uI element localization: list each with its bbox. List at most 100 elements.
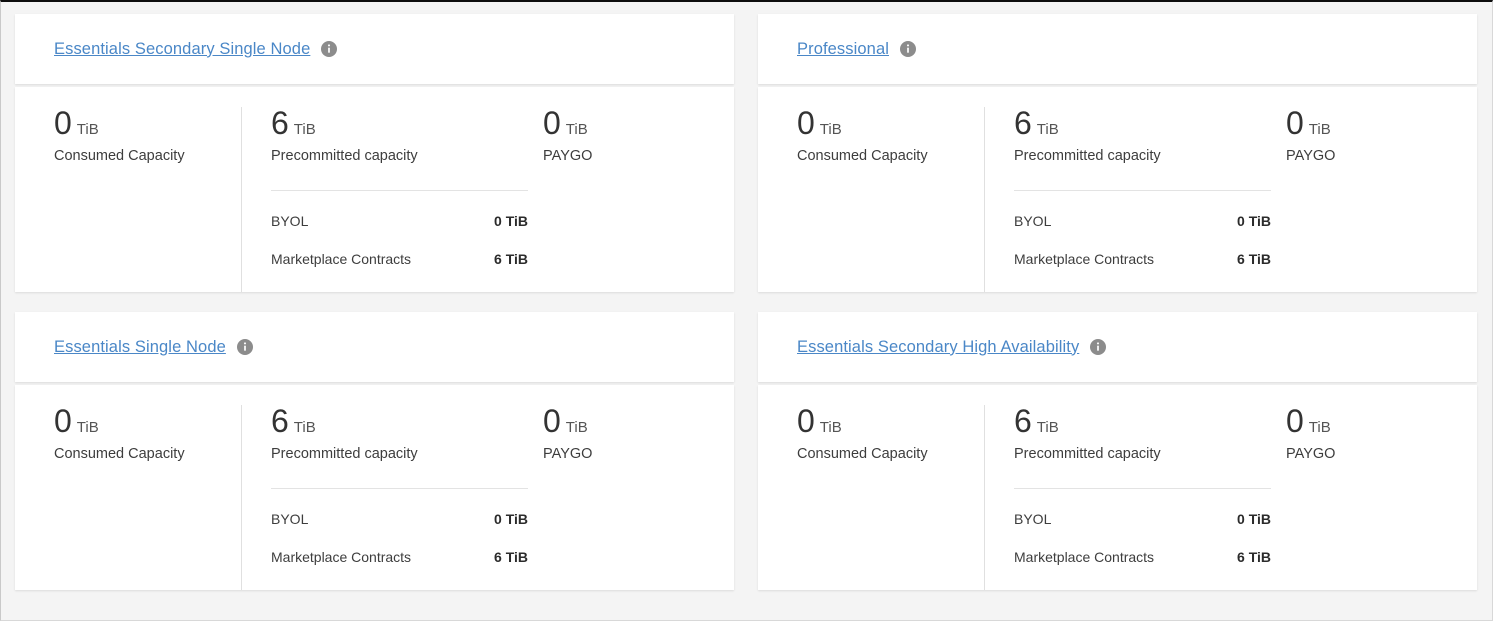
metric-value: 0 TiB bbox=[54, 107, 241, 139]
breakdown-row: Marketplace Contracts 6 TiB bbox=[1014, 549, 1271, 565]
metric-number: 0 bbox=[1286, 105, 1304, 141]
license-card: Professional 0TiB Consumed Capacity bbox=[758, 14, 1477, 292]
breakdown-name: Marketplace Contracts bbox=[1014, 549, 1154, 565]
metric-value: 0 TiB bbox=[543, 405, 711, 437]
card-title-link[interactable]: Essentials Secondary High Availability bbox=[797, 338, 1079, 357]
breakdown-name: Marketplace Contracts bbox=[1014, 251, 1154, 267]
metric-label: Precommitted capacity bbox=[271, 147, 521, 166]
card-body: 0TiB Consumed Capacity 6TiB Precommitted… bbox=[758, 385, 1477, 590]
breakdown-name: BYOL bbox=[271, 511, 308, 527]
breakdown-row: BYOL 0 TiB bbox=[1014, 511, 1271, 527]
metric-label: Consumed Capacity bbox=[797, 445, 984, 464]
metric-number: 6 bbox=[1014, 403, 1032, 439]
metric-unit: TiB bbox=[820, 121, 842, 138]
license-card-grid: Essentials Secondary Single Node 0 TiB bbox=[15, 14, 1476, 590]
metric-number: 0 bbox=[543, 403, 561, 439]
metric-value: 0 TiB bbox=[54, 405, 241, 437]
info-circle-icon[interactable] bbox=[900, 41, 916, 57]
metric-value: 0 TiB bbox=[797, 107, 984, 139]
info-circle-icon[interactable] bbox=[1090, 339, 1106, 355]
precommitted-breakdown: BYOL 0 TiB Marketplace Contracts 6 TiB bbox=[271, 190, 528, 267]
metric-precommitted-capacity: 6TiB Precommitted capacity BYOL 0 TiB Ma… bbox=[241, 107, 521, 292]
metric-paygo: 0 TiB PAYGO bbox=[521, 107, 711, 292]
metric-precommitted-capacity: 6TiB Precommitted capacity BYOL 0 TiB Ma… bbox=[984, 405, 1264, 590]
metric-unit: TiB bbox=[77, 419, 99, 436]
breakdown-name: BYOL bbox=[1014, 511, 1051, 527]
breakdown-row: BYOL 0 TiB bbox=[1014, 213, 1271, 229]
capacity-dashboard: Essentials Secondary Single Node 0 TiB bbox=[1, 2, 1492, 620]
metric-value: 0 TiB bbox=[543, 107, 711, 139]
metric-number: 6 bbox=[271, 105, 289, 141]
metric-unit: TiB bbox=[566, 121, 588, 138]
precommitted-breakdown: BYOL 0 TiB Marketplace Contracts 6 TiB bbox=[1014, 488, 1271, 565]
card-title-link[interactable]: Professional bbox=[797, 40, 889, 59]
metric-unit: TiB bbox=[294, 419, 316, 436]
metric-precommitted-capacity: 6TiB Precommitted capacity BYOL 0 TiB Ma… bbox=[984, 107, 1264, 292]
metric-label: Precommitted capacity bbox=[271, 445, 521, 464]
metric-value: 6 TiB bbox=[271, 405, 521, 437]
metric-unit: TiB bbox=[1309, 419, 1331, 436]
metric-label: Consumed Capacity bbox=[54, 445, 241, 464]
card-header: Essentials Single Node bbox=[15, 312, 734, 382]
metric-value: 6 TiB bbox=[1014, 405, 1264, 437]
metric-value: 0 TiB bbox=[1286, 405, 1454, 437]
metric-number: 0 bbox=[797, 105, 815, 141]
metric-consumed-capacity: 0 TiB Consumed Capacity bbox=[758, 405, 984, 590]
metric-label: PAYGO bbox=[1286, 445, 1454, 464]
breakdown-name: BYOL bbox=[1014, 213, 1051, 229]
breakdown-name: Marketplace Contracts bbox=[271, 549, 411, 565]
metric-unit: TiB bbox=[294, 121, 316, 138]
metric-paygo: 0 TiB PAYGO bbox=[521, 405, 711, 590]
metric-label: Consumed Capacity bbox=[54, 147, 241, 166]
metric-number: 0 bbox=[797, 403, 815, 439]
metric-precommitted-capacity: 6TiB Precommitted capacity BYOL 0 TiB Ma… bbox=[241, 405, 521, 590]
precommitted-breakdown: BYOL 0 TiB Marketplace Contracts 6 TiB bbox=[1014, 190, 1271, 267]
metric-number: 6 bbox=[1014, 105, 1032, 141]
metric-number: 0 bbox=[54, 403, 72, 439]
card-body: 0TiB Consumed Capacity 6TiB Precommitted… bbox=[758, 87, 1477, 292]
breakdown-name: Marketplace Contracts bbox=[271, 251, 411, 267]
metric-consumed-capacity: 0 TiB Consumed Capacity bbox=[15, 405, 241, 590]
metrics-row: 0TiB Consumed Capacity 6TiB Precommitted… bbox=[758, 405, 1477, 590]
metric-label: PAYGO bbox=[1286, 147, 1454, 166]
breakdown-row: Marketplace Contracts 6 TiB bbox=[271, 549, 528, 565]
breakdown-row: Marketplace Contracts 6 TiB bbox=[271, 251, 528, 267]
metric-unit: TiB bbox=[1037, 121, 1059, 138]
metric-value: 0 TiB bbox=[797, 405, 984, 437]
metric-value: 0 TiB bbox=[1286, 107, 1454, 139]
metric-unit: TiB bbox=[77, 121, 99, 138]
metric-unit: TiB bbox=[1309, 121, 1331, 138]
breakdown-row: BYOL 0 TiB bbox=[271, 213, 528, 229]
metric-number: 0 bbox=[1286, 403, 1304, 439]
breakdown-name: BYOL bbox=[271, 213, 308, 229]
metric-label: PAYGO bbox=[543, 147, 711, 166]
card-title-link[interactable]: Essentials Single Node bbox=[54, 338, 226, 357]
metric-unit: TiB bbox=[820, 419, 842, 436]
divider bbox=[271, 190, 528, 191]
metric-paygo: 0 TiB PAYGO bbox=[1264, 405, 1454, 590]
metric-number: 0 bbox=[543, 105, 561, 141]
info-circle-icon[interactable] bbox=[237, 339, 253, 355]
license-card: Essentials Secondary High Availability 0… bbox=[758, 312, 1477, 590]
divider bbox=[1014, 190, 1271, 191]
card-title-link[interactable]: Essentials Secondary Single Node bbox=[54, 40, 310, 59]
metrics-row: 0 TiB Consumed Capacity 6 TiB Precommitted… bbox=[15, 405, 734, 590]
precommitted-breakdown: BYOL 0 TiB Marketplace Contracts 6 TiB bbox=[271, 488, 528, 565]
card-body: 0 TiB Consumed Capacity 6 TiB Precommitted… bbox=[15, 385, 734, 590]
metrics-row: 0TiB Consumed Capacity 6TiB Precommitted… bbox=[758, 107, 1477, 292]
card-header: Essentials Secondary Single Node bbox=[15, 14, 734, 84]
metric-label: PAYGO bbox=[543, 445, 711, 464]
info-circle-icon[interactable] bbox=[321, 41, 337, 57]
divider bbox=[271, 488, 528, 489]
metric-number: 6 bbox=[271, 403, 289, 439]
license-card: Essentials Single Node 0TiB Consume bbox=[15, 312, 734, 590]
breakdown-row: Marketplace Contracts 6 TiB bbox=[1014, 251, 1271, 267]
metric-unit: TiB bbox=[566, 419, 588, 436]
metric-consumed-capacity: 0 TiB Consumed Capacity bbox=[15, 107, 241, 292]
metric-unit: TiB bbox=[1037, 419, 1059, 436]
license-card: Essentials Secondary Single Node 0 TiB bbox=[15, 14, 734, 292]
metric-number: 0 bbox=[54, 105, 72, 141]
metric-label: Precommitted capacity bbox=[1014, 147, 1264, 166]
breakdown-row: BYOL 0 TiB bbox=[271, 511, 528, 527]
metric-value: 6 TiB bbox=[271, 107, 521, 139]
